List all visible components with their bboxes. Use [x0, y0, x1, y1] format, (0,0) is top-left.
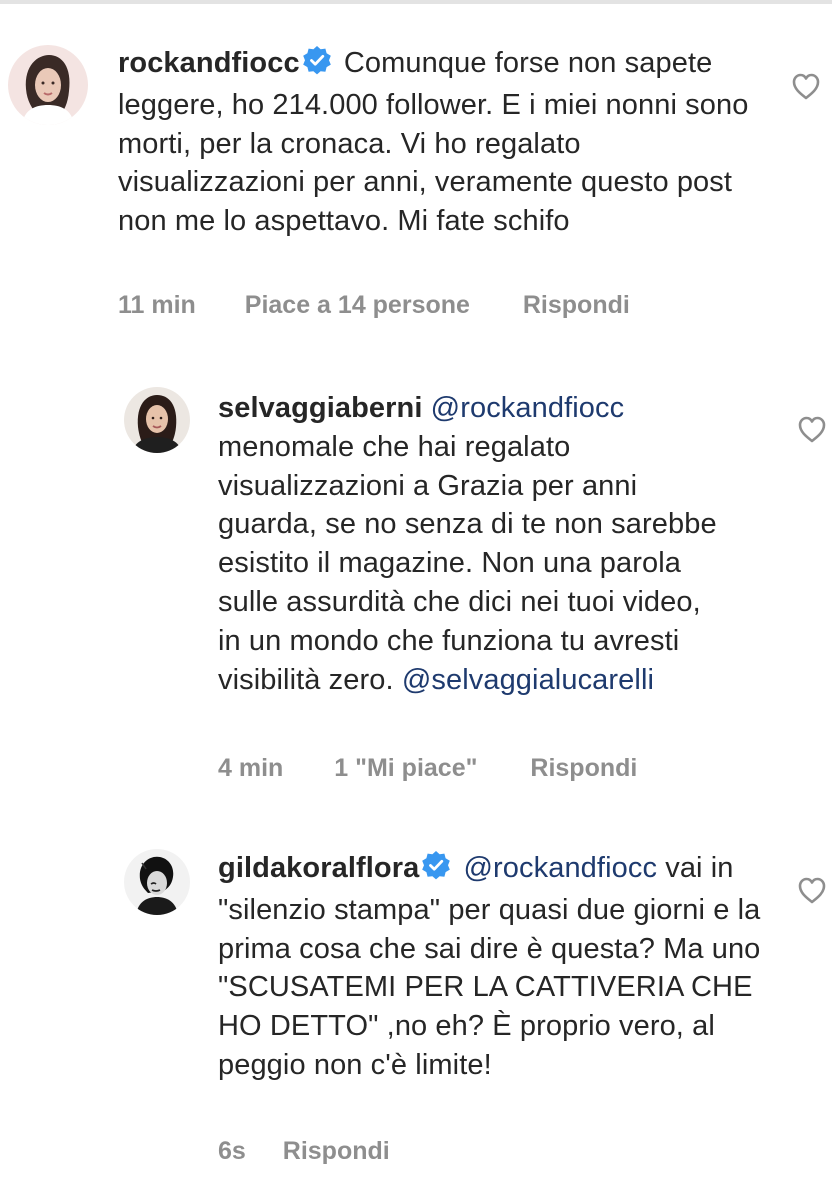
- comment-meta: 4 min 1 "Mi piace" Rispondi: [218, 754, 637, 783]
- verified-badge-icon: [421, 850, 451, 891]
- comment-body: vai in "silenzio stampa" per quasi due g…: [218, 852, 761, 1081]
- avatar[interactable]: [124, 849, 190, 915]
- username[interactable]: rockandfiocc: [118, 47, 300, 79]
- timestamp: 11 min: [118, 291, 196, 319]
- comment-text: gildakoralflora @rockandfiocc vai in "si…: [218, 849, 774, 1085]
- mention-link[interactable]: @rockandfiocc: [464, 852, 658, 884]
- top-divider: [0, 0, 832, 4]
- comment-text: rockandfiocc Comunque forse non sapete l…: [118, 44, 758, 241]
- username[interactable]: selvaggiaberni: [218, 392, 423, 424]
- comment-meta: 6s Rispondi: [218, 1137, 390, 1166]
- reply-button[interactable]: Rispondi: [523, 291, 630, 320]
- reply-button[interactable]: Rispondi: [530, 754, 637, 783]
- comment-body: menomale che hai regalato visualizzazion…: [218, 430, 717, 696]
- reply-button[interactable]: Rispondi: [283, 1137, 390, 1166]
- avatar[interactable]: [8, 45, 88, 125]
- heart-outline-icon[interactable]: [797, 876, 827, 904]
- mention-link[interactable]: @rockandfiocc: [431, 392, 625, 424]
- username[interactable]: gildakoralflora: [218, 852, 419, 884]
- like-count[interactable]: Piace a 14 persone: [245, 291, 470, 320]
- heart-outline-icon[interactable]: [791, 72, 821, 100]
- avatar[interactable]: [124, 387, 190, 453]
- mention-link[interactable]: @selvaggialucarelli: [402, 664, 654, 696]
- timestamp: 4 min: [218, 754, 284, 782]
- timestamp: 6s: [218, 1137, 246, 1165]
- comment-text: selvaggiaberni @rockandfiocc menomale ch…: [218, 389, 718, 699]
- verified-badge-icon: [302, 45, 332, 86]
- heart-outline-icon[interactable]: [797, 415, 827, 443]
- comment-meta: 11 min Piace a 14 persone Rispondi: [118, 291, 630, 320]
- like-count[interactable]: 1 "Mi piace": [334, 754, 477, 783]
